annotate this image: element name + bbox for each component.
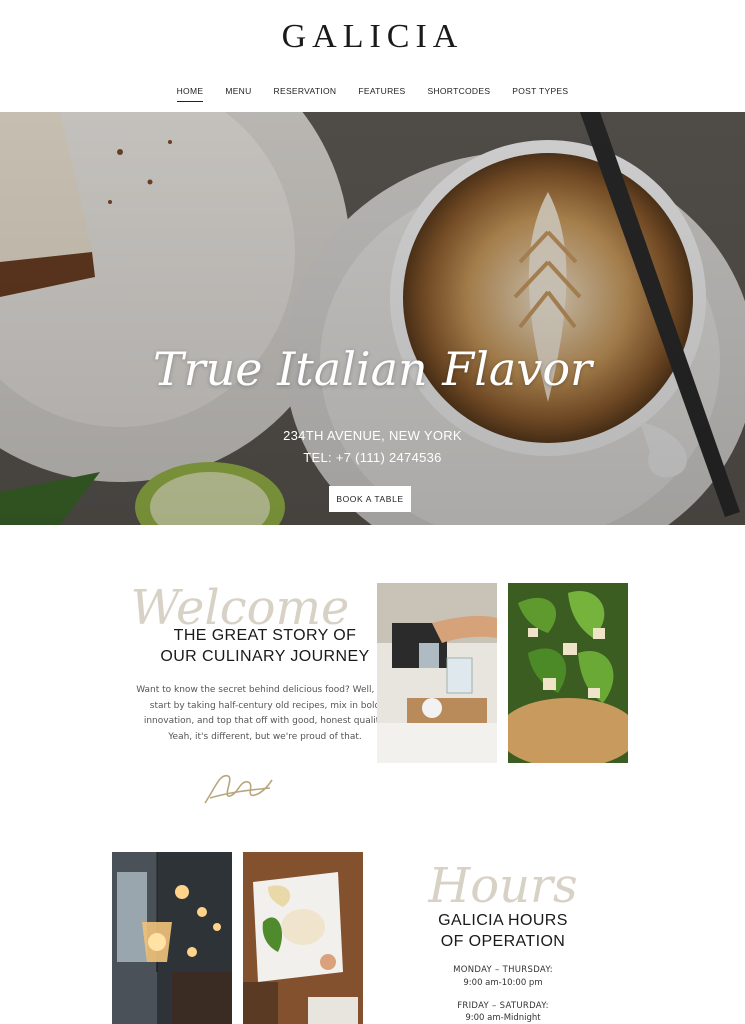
nav-item-post-types[interactable]: POST TYPES <box>512 86 568 102</box>
signature-image <box>204 774 273 804</box>
hours-days-weekday: MONDAY – THURSDAY: <box>453 965 553 975</box>
hero-title: True Italian Flavor <box>152 342 593 396</box>
story-heading-line1: THE GREAT STORY OF <box>173 627 357 644</box>
hours-time-weekday: 9:00 am-10:00 pm <box>463 978 543 988</box>
hours-script-heading: Hours <box>428 858 578 914</box>
nav-item-features[interactable]: FEATURES <box>358 86 405 102</box>
hours-heading-line2: OF OPERATION <box>440 933 566 950</box>
story-heading: THE GREAT STORY OF OUR CULINARY JOURNEY <box>110 625 420 667</box>
nav-item-menu[interactable]: MENU <box>225 86 251 102</box>
hero-phone: TEL: +7 (111) 2474536 <box>303 450 442 465</box>
hours-days-weekend: FRIDAY – SATURDAY: <box>457 1001 549 1011</box>
main-nav: HOME MENU RESERVATION FEATURES SHORTCODE… <box>0 86 745 102</box>
site-logo[interactable]: GALICIA <box>0 18 745 56</box>
nav-item-shortcodes[interactable]: SHORTCODES <box>427 86 490 102</box>
burger-plate-photo <box>243 852 363 1024</box>
salad-photo <box>508 583 628 763</box>
cafe-interior-photo <box>112 852 232 1024</box>
hours-heading-line1: GALICIA HOURS <box>438 912 568 929</box>
book-table-button[interactable]: BOOK A TABLE <box>329 486 411 512</box>
nav-item-home[interactable]: HOME <box>176 86 204 102</box>
water-pouring-photo <box>377 583 497 763</box>
hero-section: True Italian Flavor 234TH AVENUE, NEW YO… <box>0 112 745 525</box>
hours-time-weekend: 9:00 am-Midnight <box>465 1013 541 1023</box>
hours-heading: GALICIA HOURS OF OPERATION <box>403 910 603 952</box>
story-text: Want to know the secret behind delicious… <box>136 685 394 742</box>
hero-address: 234TH AVENUE, NEW YORK <box>283 428 462 443</box>
nav-item-reservation[interactable]: RESERVATION <box>274 86 337 102</box>
story-heading-line2: OUR CULINARY JOURNEY <box>160 648 370 665</box>
